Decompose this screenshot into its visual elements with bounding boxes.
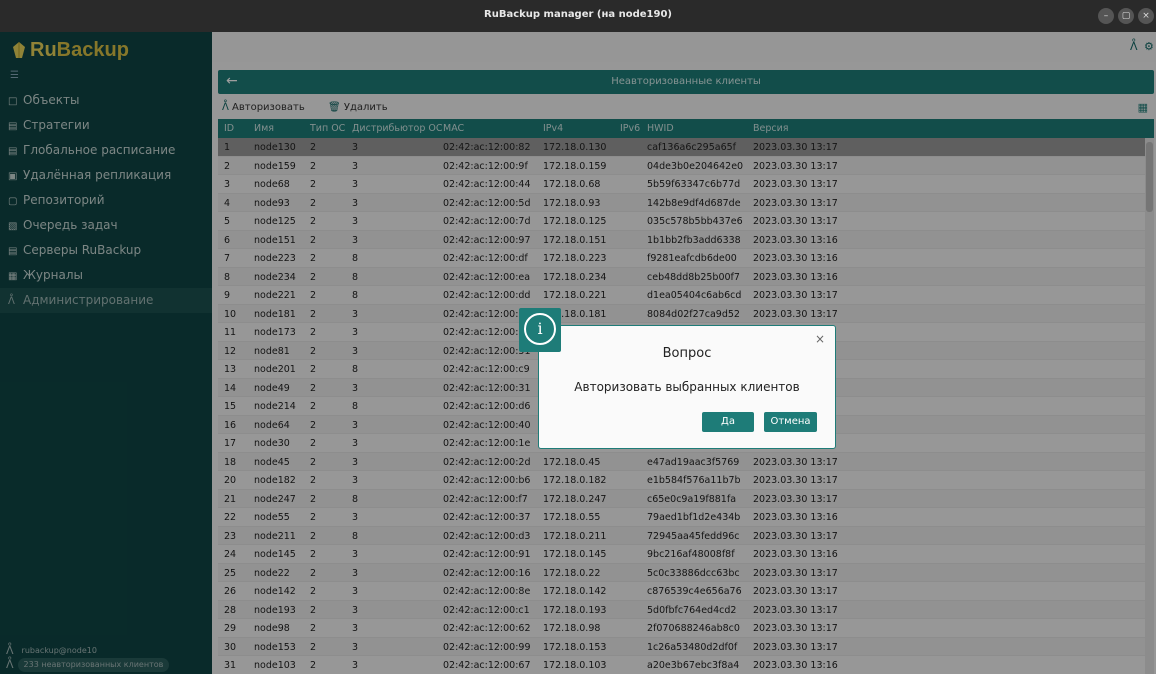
window-title: RuBackup manager (на node190) bbox=[484, 9, 672, 20]
cancel-button[interactable]: Отмена bbox=[764, 412, 817, 432]
info-icon: i bbox=[524, 313, 556, 345]
maximize-button[interactable]: ▢ bbox=[1118, 8, 1134, 24]
dialog-title: Вопрос bbox=[662, 346, 712, 361]
confirm-dialog: i × Вопрос Авторизовать выбранных клиент… bbox=[519, 308, 836, 449]
dialog-close-icon[interactable]: × bbox=[815, 332, 825, 346]
dialog-message: Авторизовать выбранных клиентов bbox=[574, 380, 800, 394]
app-window: RuBackup manager (на node190) – ▢ × Ru Ba… bbox=[0, 0, 1156, 674]
minimize-button[interactable]: – bbox=[1098, 8, 1114, 24]
title-bar: RuBackup manager (на node190) – ▢ × bbox=[0, 0, 1156, 32]
confirm-yes-button[interactable]: Да bbox=[702, 412, 754, 432]
close-window-button[interactable]: × bbox=[1138, 8, 1154, 24]
